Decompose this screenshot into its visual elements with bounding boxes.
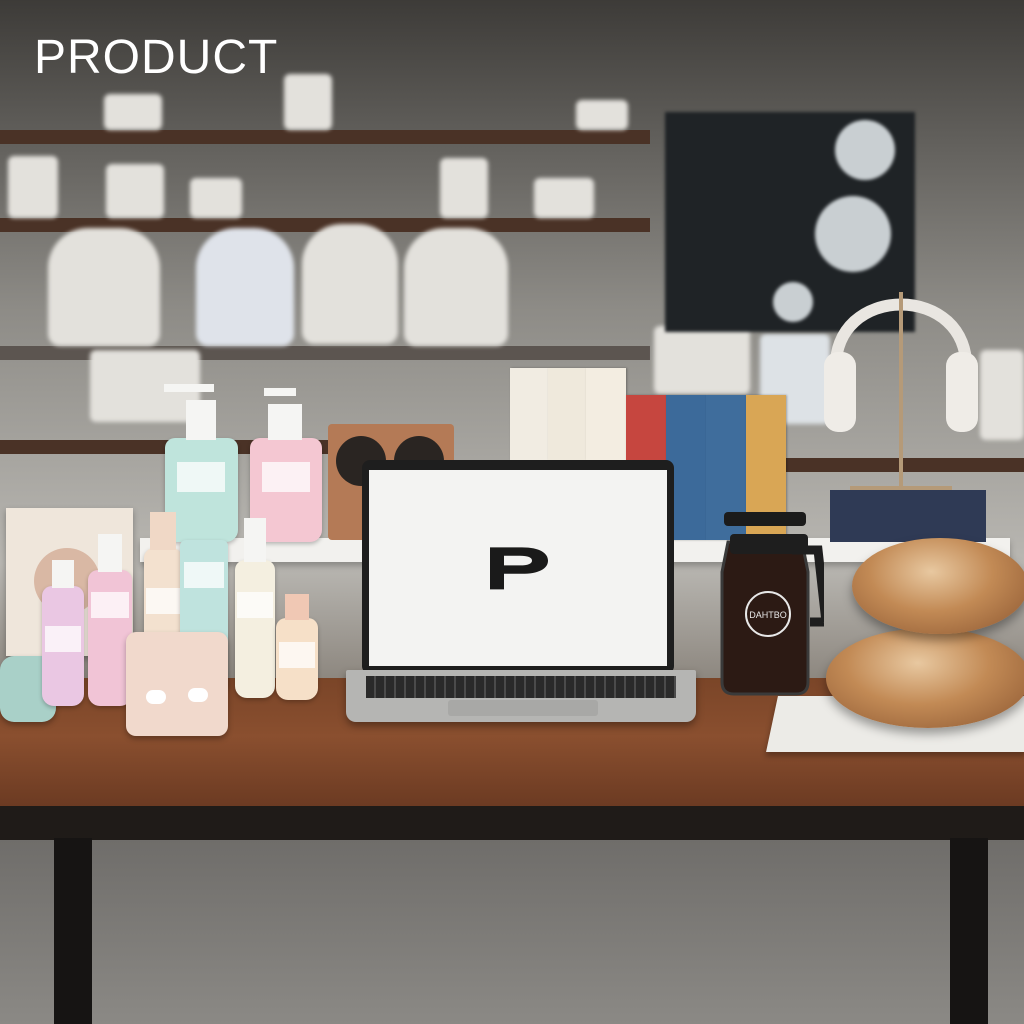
- background-toilet-seat: [302, 224, 398, 344]
- bottle-label: [262, 462, 310, 492]
- coffee-carafe: DAHTBO: [720, 512, 824, 696]
- earbud: [188, 688, 208, 702]
- background-product: [284, 74, 332, 130]
- bottle-pump: [186, 400, 216, 440]
- background-product: [980, 350, 1024, 440]
- bottle-label: [279, 642, 315, 668]
- serum-bottle: [42, 586, 84, 706]
- bottle-label: [184, 562, 224, 588]
- background-product: [106, 164, 164, 218]
- bread-loaf: [826, 628, 1024, 728]
- bottle-label: [177, 462, 225, 492]
- table-leg: [54, 838, 92, 1024]
- background-toilet-seat: [48, 228, 160, 346]
- table-edge: [0, 806, 1024, 840]
- laptop-trackpad: [448, 700, 598, 716]
- background-toilet-seat: [196, 228, 294, 346]
- background-product: [534, 178, 594, 218]
- floor: [0, 840, 1024, 1024]
- headphones-on-stand: [824, 292, 978, 496]
- background-shelf: [0, 130, 650, 144]
- carafe-lid: [724, 512, 806, 526]
- bottle-cap: [98, 534, 122, 572]
- bottle-label: [146, 588, 180, 614]
- carafe-label: DAHTBO: [749, 610, 787, 620]
- earbuds-case: [126, 632, 228, 736]
- bottle-cap: [285, 594, 309, 620]
- background-product: [440, 158, 488, 218]
- poster-circle: [773, 282, 813, 322]
- bread-loaf: [852, 538, 1024, 634]
- serum-bottle: [235, 560, 275, 698]
- book: [586, 368, 626, 460]
- bottle-pump: [264, 388, 296, 396]
- background-product: [8, 156, 58, 218]
- bottle-cap: [244, 518, 266, 562]
- bottle-pump: [164, 384, 214, 392]
- background-product: [104, 94, 162, 130]
- laptop-logo: [490, 547, 548, 590]
- bottle-label: [237, 592, 273, 618]
- bottle-label: [45, 626, 81, 652]
- serum-bottle: [276, 618, 318, 700]
- laptop-keyboard: [366, 676, 676, 698]
- table-leg: [950, 838, 988, 1024]
- poster-circle: [835, 120, 895, 180]
- poster-circle: [815, 196, 891, 272]
- background-product: [190, 178, 242, 218]
- headphone-ear-cup: [946, 352, 978, 432]
- gift-box: [830, 490, 986, 542]
- bottle-label: [91, 592, 129, 618]
- product-scene: PRODUCT DAHTBO: [0, 0, 1024, 1024]
- earbud: [146, 690, 166, 704]
- bottle-cap: [150, 512, 176, 550]
- page-title: PRODUCT: [34, 31, 279, 84]
- headphone-ear-cup: [824, 352, 856, 432]
- book: [510, 368, 548, 460]
- background-toilet-seat: [404, 228, 508, 346]
- bottle-pump: [268, 404, 302, 440]
- bottle-cap: [52, 560, 74, 588]
- background-product: [576, 100, 628, 130]
- book: [548, 368, 586, 460]
- background-product: [654, 326, 750, 394]
